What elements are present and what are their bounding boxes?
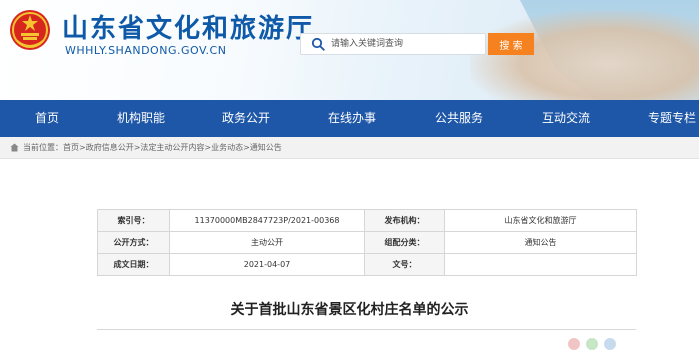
weibo-share-icon[interactable]	[568, 338, 580, 350]
wechat-share-icon[interactable]	[586, 338, 598, 350]
site-domain: WHHLY.SHANDONG.GOV.CN	[65, 44, 227, 57]
document-number-value	[444, 253, 637, 276]
issuer-label: 发布机构：	[364, 209, 445, 232]
date-value: 2021-04-07	[169, 253, 365, 276]
main-nav: 首页 机构职能 政务公开 在线办事 公共服务 互动交流 专题专栏	[0, 100, 699, 137]
table-row: 成文日期： 2021-04-07 文号：	[97, 253, 637, 276]
national-emblem-icon[interactable]	[8, 8, 52, 52]
nav-item-government-affairs[interactable]: 政务公开	[222, 100, 270, 137]
document-meta-table: 索引号： 11370000MB2847723P/2021-00368 发布机构：…	[97, 209, 637, 276]
nav-item-online-services[interactable]: 在线办事	[328, 100, 376, 137]
date-label: 成文日期：	[97, 253, 170, 276]
qq-share-icon[interactable]	[604, 338, 616, 350]
search-box	[300, 33, 486, 55]
share-icons	[568, 338, 616, 350]
site-title[interactable]: 山东省文化和旅游厅	[62, 8, 314, 45]
issuer-value: 山东省文化和旅游厅	[444, 209, 637, 232]
disclosure-value: 主动公开	[169, 231, 365, 254]
nav-item-functions[interactable]: 机构职能	[117, 100, 165, 137]
index-label: 索引号：	[97, 209, 170, 232]
header-background-sand	[470, 10, 699, 100]
document-number-label: 文号：	[364, 253, 445, 276]
search-input[interactable]	[331, 34, 481, 54]
disclosure-label: 公开方式：	[97, 231, 170, 254]
index-value: 11370000MB2847723P/2021-00368	[169, 209, 365, 232]
table-row: 索引号： 11370000MB2847723P/2021-00368 发布机构：…	[97, 209, 637, 232]
category-label: 组配分类：	[364, 231, 445, 254]
home-icon	[10, 143, 19, 152]
nav-item-home[interactable]: 首页	[35, 100, 59, 137]
search-button[interactable]: 搜 索	[488, 33, 534, 55]
table-row: 公开方式： 主动公开 组配分类： 通知公告	[97, 231, 637, 254]
breadcrumb: 当前位置：首页>政府信息公开>法定主动公开内容>业务动态>通知公告	[0, 137, 699, 159]
title-divider	[97, 329, 636, 330]
article-title: 关于首批山东省景区化村庄名单的公示	[230, 302, 469, 318]
nav-item-public-services[interactable]: 公共服务	[435, 100, 483, 137]
search-icon	[311, 37, 325, 51]
breadcrumb-text[interactable]: 当前位置：首页>政府信息公开>法定主动公开内容>业务动态>通知公告	[23, 137, 282, 159]
nav-item-interaction[interactable]: 互动交流	[542, 100, 590, 137]
category-value: 通知公告	[444, 231, 637, 254]
nav-item-special-topics[interactable]: 专题专栏	[648, 100, 696, 137]
